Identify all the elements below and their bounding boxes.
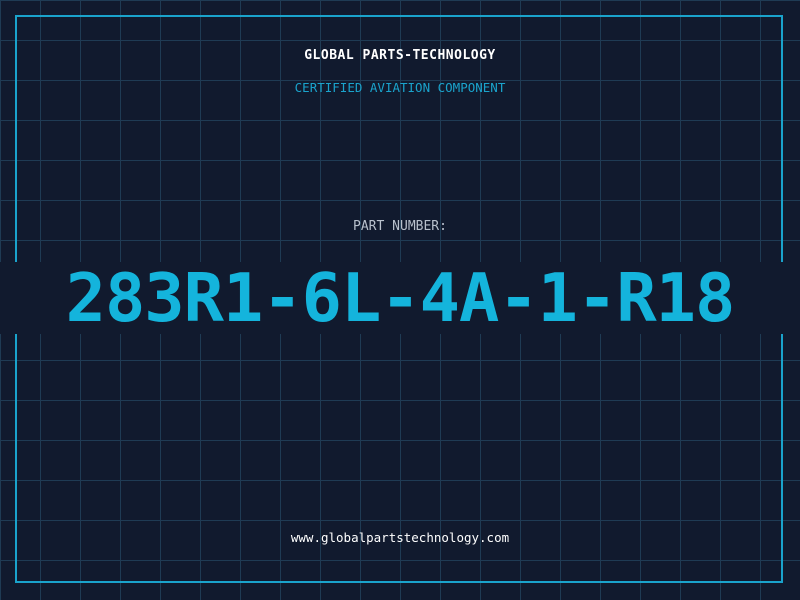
- part-label-card: GLOBAL PARTS-TECHNOLOGY CERTIFIED AVIATI…: [0, 0, 800, 600]
- part-number-value: 283R1-6L-4A-1-R18: [65, 259, 736, 337]
- website-url: www.globalpartstechnology.com: [290, 530, 510, 545]
- company-name: GLOBAL PARTS-TECHNOLOGY: [304, 48, 496, 63]
- certification-tagline: CERTIFIED AVIATION COMPONENT: [294, 80, 506, 95]
- part-number-label: PART NUMBER:: [353, 219, 447, 234]
